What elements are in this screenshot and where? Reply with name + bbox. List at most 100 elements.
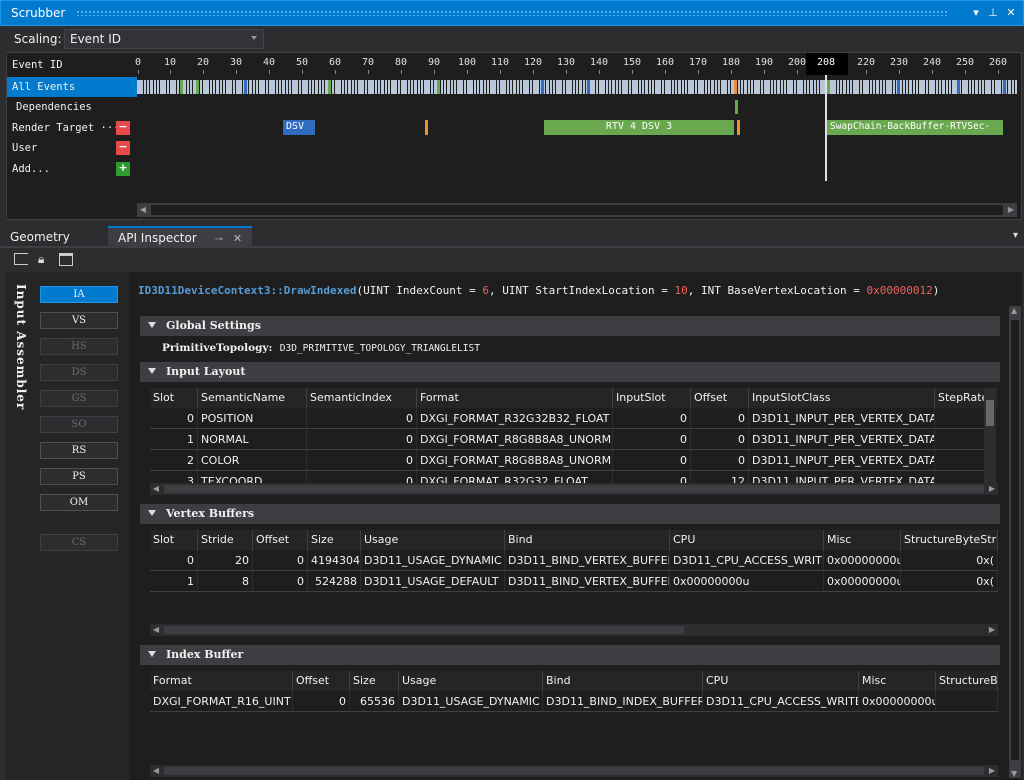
event-marker[interactable] bbox=[701, 80, 704, 94]
event-marker[interactable] bbox=[146, 80, 150, 94]
event-marker[interactable] bbox=[909, 80, 912, 94]
stage-button-vs[interactable]: VS bbox=[40, 312, 118, 329]
event-marker-highlight[interactable] bbox=[957, 80, 960, 94]
input-layout-vscroll[interactable] bbox=[984, 388, 996, 483]
column-header[interactable]: StructureByteStr bbox=[901, 530, 998, 550]
stage-button-om[interactable]: OM bbox=[40, 494, 118, 511]
event-marker[interactable] bbox=[975, 80, 978, 94]
event-marker-highlight[interactable] bbox=[827, 80, 830, 94]
event-marker[interactable] bbox=[453, 80, 457, 94]
event-marker-highlight[interactable] bbox=[587, 80, 590, 94]
event-marker[interactable] bbox=[440, 80, 444, 94]
event-marker[interactable] bbox=[222, 80, 226, 94]
event-marker[interactable] bbox=[308, 80, 312, 94]
event-marker[interactable] bbox=[354, 80, 358, 94]
event-marker[interactable] bbox=[150, 80, 153, 94]
event-marker[interactable] bbox=[714, 80, 718, 94]
event-marker[interactable] bbox=[183, 80, 186, 94]
event-marker[interactable] bbox=[559, 80, 562, 94]
event-marker[interactable] bbox=[278, 80, 282, 94]
scaling-select[interactable]: Event ID bbox=[64, 29, 264, 49]
event-marker[interactable] bbox=[450, 80, 454, 94]
event-marker[interactable] bbox=[566, 80, 569, 94]
event-marker[interactable] bbox=[351, 80, 355, 94]
event-marker[interactable] bbox=[443, 80, 447, 94]
event-marker[interactable] bbox=[787, 80, 790, 94]
event-marker[interactable] bbox=[767, 80, 770, 94]
event-marker[interactable] bbox=[503, 80, 506, 94]
add-lane-button[interactable]: + bbox=[116, 162, 130, 176]
scroll-thumb[interactable] bbox=[164, 485, 984, 493]
stage-button-rs[interactable]: RS bbox=[40, 442, 118, 459]
column-header[interactable]: StructureBy bbox=[936, 671, 998, 691]
event-marker[interactable] bbox=[929, 80, 932, 94]
event-marker[interactable] bbox=[704, 80, 708, 94]
scroll-right-icon[interactable]: ▶ bbox=[1005, 203, 1017, 217]
event-marker[interactable] bbox=[711, 80, 714, 94]
event-marker[interactable] bbox=[335, 80, 338, 94]
event-marker[interactable] bbox=[315, 80, 318, 94]
event-marker-highlight[interactable] bbox=[196, 80, 199, 94]
event-marker[interactable] bbox=[476, 80, 480, 94]
event-marker[interactable] bbox=[391, 80, 394, 94]
event-marker[interactable] bbox=[321, 80, 325, 94]
event-marker[interactable] bbox=[912, 80, 916, 94]
event-marker[interactable] bbox=[905, 80, 909, 94]
event-marker[interactable] bbox=[962, 80, 965, 94]
event-marker[interactable] bbox=[853, 80, 856, 94]
event-marker[interactable] bbox=[882, 80, 886, 94]
section-vertex-buffers[interactable]: Vertex Buffers bbox=[140, 504, 1000, 524]
column-header[interactable]: Misc bbox=[824, 530, 901, 550]
remove-user-button[interactable]: − bbox=[116, 141, 130, 155]
event-marker[interactable] bbox=[665, 80, 668, 94]
lane-add-track[interactable] bbox=[137, 159, 1021, 179]
event-marker[interactable] bbox=[311, 80, 315, 94]
event-marker[interactable] bbox=[688, 80, 691, 94]
tab-api-inspector[interactable]: API Inspector ⊸ ✕ bbox=[108, 226, 253, 248]
event-marker[interactable] bbox=[407, 80, 411, 94]
event-marker[interactable] bbox=[671, 80, 675, 94]
stage-button-cs[interactable]: CS bbox=[40, 534, 118, 551]
column-header[interactable]: Bind bbox=[505, 530, 670, 550]
event-marker[interactable] bbox=[384, 80, 388, 94]
event-marker[interactable] bbox=[189, 80, 193, 94]
event-marker[interactable] bbox=[678, 80, 681, 94]
event-marker[interactable] bbox=[292, 80, 295, 94]
event-marker[interactable] bbox=[163, 80, 166, 94]
event-marker[interactable] bbox=[747, 80, 751, 94]
input-layout-hscroll[interactable]: ◀ ▶ bbox=[150, 483, 998, 495]
stage-button-ps[interactable]: PS bbox=[40, 468, 118, 485]
event-marker[interactable] bbox=[424, 80, 427, 94]
event-marker[interactable] bbox=[773, 80, 777, 94]
column-header[interactable]: InputSlotClass bbox=[749, 388, 935, 408]
event-marker[interactable] bbox=[206, 80, 209, 94]
event-marker[interactable] bbox=[754, 80, 757, 94]
event-marker[interactable] bbox=[879, 80, 883, 94]
event-marker[interactable] bbox=[331, 80, 335, 94]
event-marker[interactable] bbox=[721, 80, 724, 94]
stage-button-ds[interactable]: DS bbox=[40, 364, 118, 381]
event-marker-highlight[interactable] bbox=[541, 80, 544, 94]
rt-block-swapchain[interactable]: SwapChain-BackBuffer-RTVSec- bbox=[827, 120, 1003, 135]
timeline-horizontal-scrollbar[interactable]: ◀ ▶ bbox=[137, 203, 1017, 217]
event-marker[interactable] bbox=[374, 80, 378, 94]
event-marker[interactable] bbox=[694, 80, 698, 94]
event-marker[interactable] bbox=[846, 80, 850, 94]
event-marker[interactable] bbox=[651, 80, 655, 94]
lane-render-target-track[interactable]: DSV RTV 4 DSV 3 SwapChain-BackBuffer-RTV… bbox=[137, 118, 1021, 138]
event-marker[interactable] bbox=[839, 80, 843, 94]
event-marker[interactable] bbox=[612, 80, 615, 94]
lane-all-events[interactable]: All Events bbox=[7, 77, 137, 97]
event-marker[interactable] bbox=[371, 80, 374, 94]
event-marker[interactable] bbox=[229, 80, 232, 94]
event-marker[interactable] bbox=[806, 80, 810, 94]
event-marker[interactable] bbox=[536, 80, 539, 94]
scroll-left-icon[interactable]: ◀ bbox=[150, 624, 162, 636]
event-marker[interactable] bbox=[272, 80, 275, 94]
lane-dependencies[interactable]: Dependencies bbox=[7, 97, 137, 117]
event-marker[interactable] bbox=[886, 80, 889, 94]
event-marker[interactable] bbox=[869, 80, 873, 94]
column-header[interactable]: Slot bbox=[150, 530, 198, 550]
vertex-buffers-table[interactable]: Slot Stride Offset Size Usage Bind CPU Misc Stru… bbox=[150, 530, 998, 624]
event-marker[interactable] bbox=[417, 80, 421, 94]
